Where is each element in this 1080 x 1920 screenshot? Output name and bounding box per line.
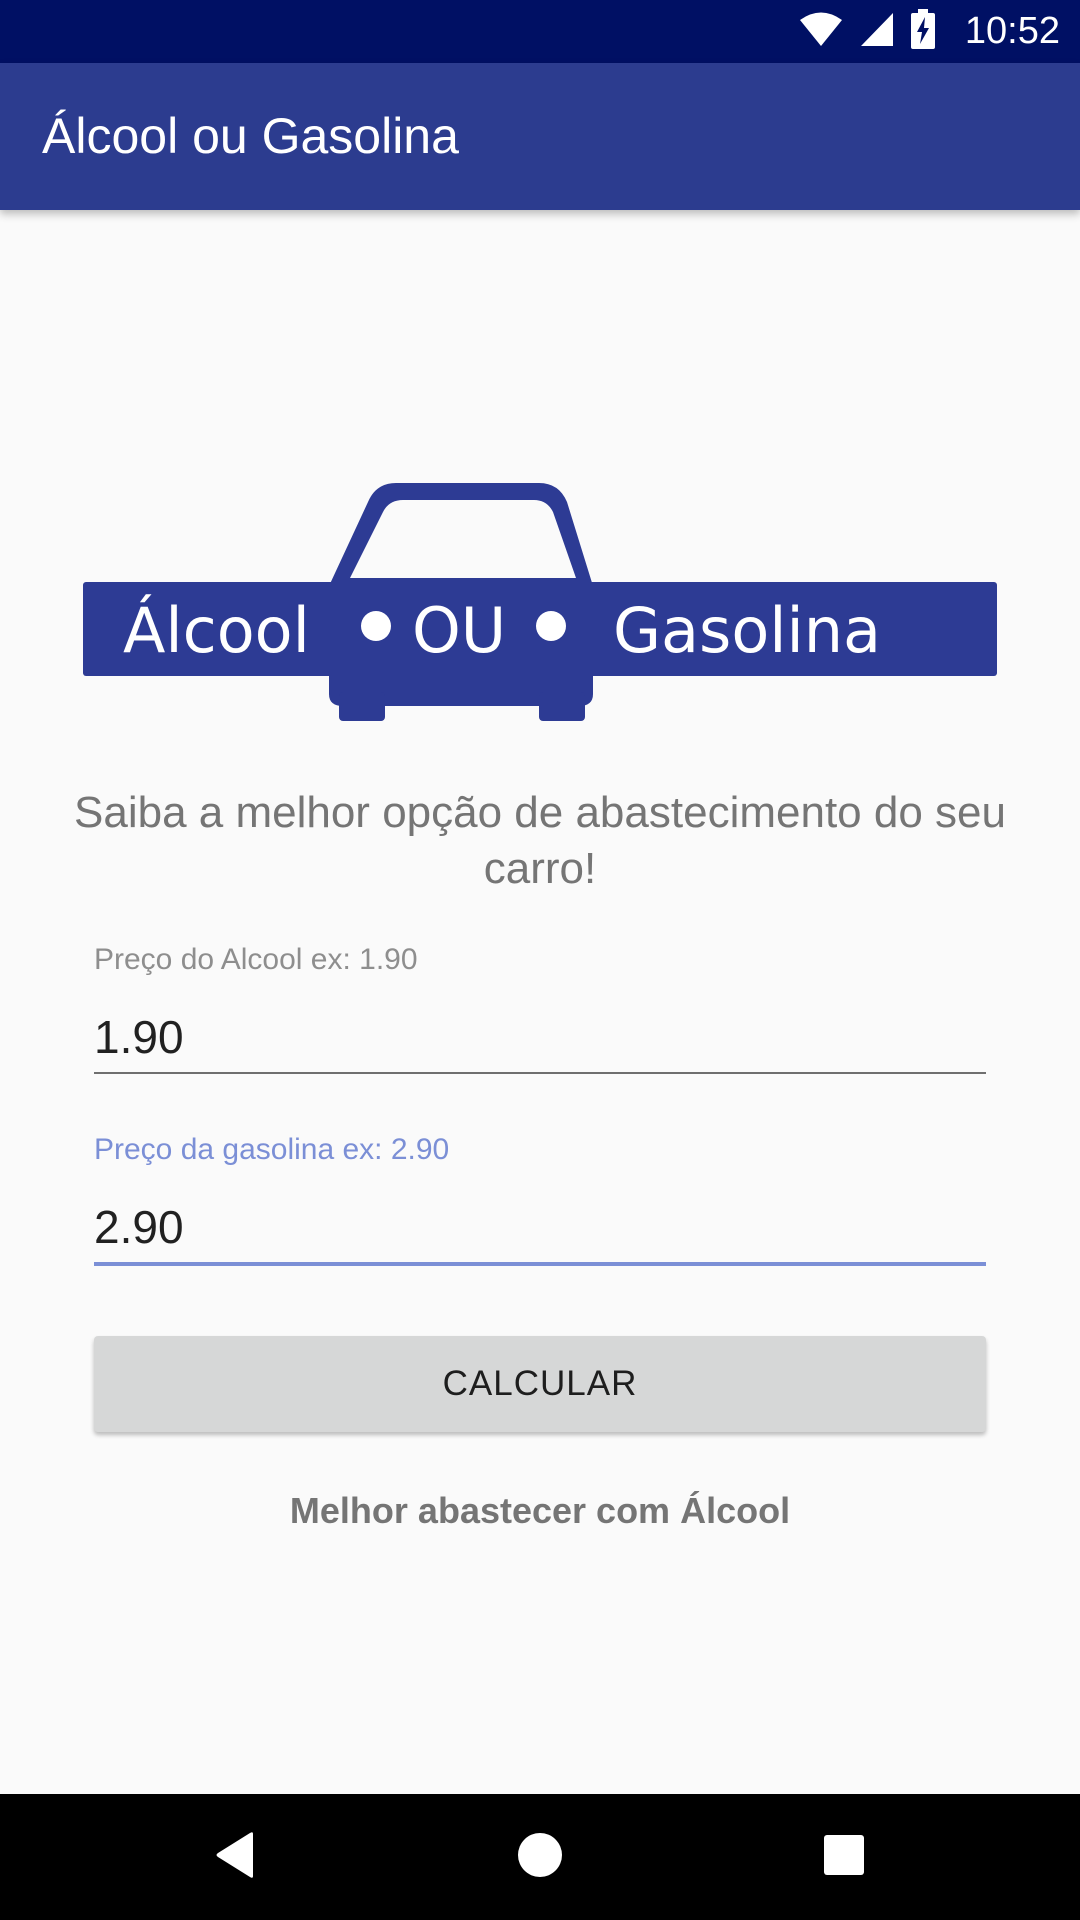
cell-signal-icon [859, 11, 895, 52]
recents-button[interactable] [804, 1817, 884, 1897]
gasolina-price-input[interactable] [94, 1192, 986, 1266]
logo-word-gasolina: Gasolina [613, 594, 881, 667]
recents-icon [823, 1834, 865, 1881]
gasolina-price-field: Preço da gasolina ex: 2.90 [94, 1130, 986, 1266]
wifi-icon [799, 11, 843, 52]
home-icon [517, 1832, 563, 1883]
home-button[interactable] [500, 1817, 580, 1897]
app-bar: Álcool ou Gasolina [0, 63, 1080, 210]
calculate-button[interactable]: CALCULAR [94, 1336, 986, 1432]
status-bar: 10:52 [0, 0, 1080, 63]
app-logo: Álcool OU Gasolina [83, 480, 997, 722]
result-text: Melhor abastecer com Álcool [289, 1490, 791, 1531]
status-time: 10:52 [964, 10, 1060, 52]
gasolina-price-label: Preço da gasolina ex: 2.90 [94, 1133, 450, 1166]
battery-charging-icon [910, 9, 935, 54]
tagline: Saiba a melhor opção de abastecimento do… [74, 788, 1006, 893]
logo-word-ou: OU [412, 594, 506, 667]
alcool-price-label: Preço do Alcool ex: 1.90 [94, 943, 418, 976]
back-button[interactable] [196, 1817, 276, 1897]
logo-word-alcool: Álcool [123, 593, 310, 667]
status-icons: 10:52 [799, 0, 1060, 63]
alcool-price-field: Preço do Alcool ex: 1.90 [94, 940, 986, 1074]
back-icon [213, 1830, 259, 1885]
app-title: Álcool ou Gasolina [42, 108, 459, 164]
alcool-price-input[interactable] [94, 1002, 986, 1074]
navigation-bar [0, 1794, 1080, 1920]
